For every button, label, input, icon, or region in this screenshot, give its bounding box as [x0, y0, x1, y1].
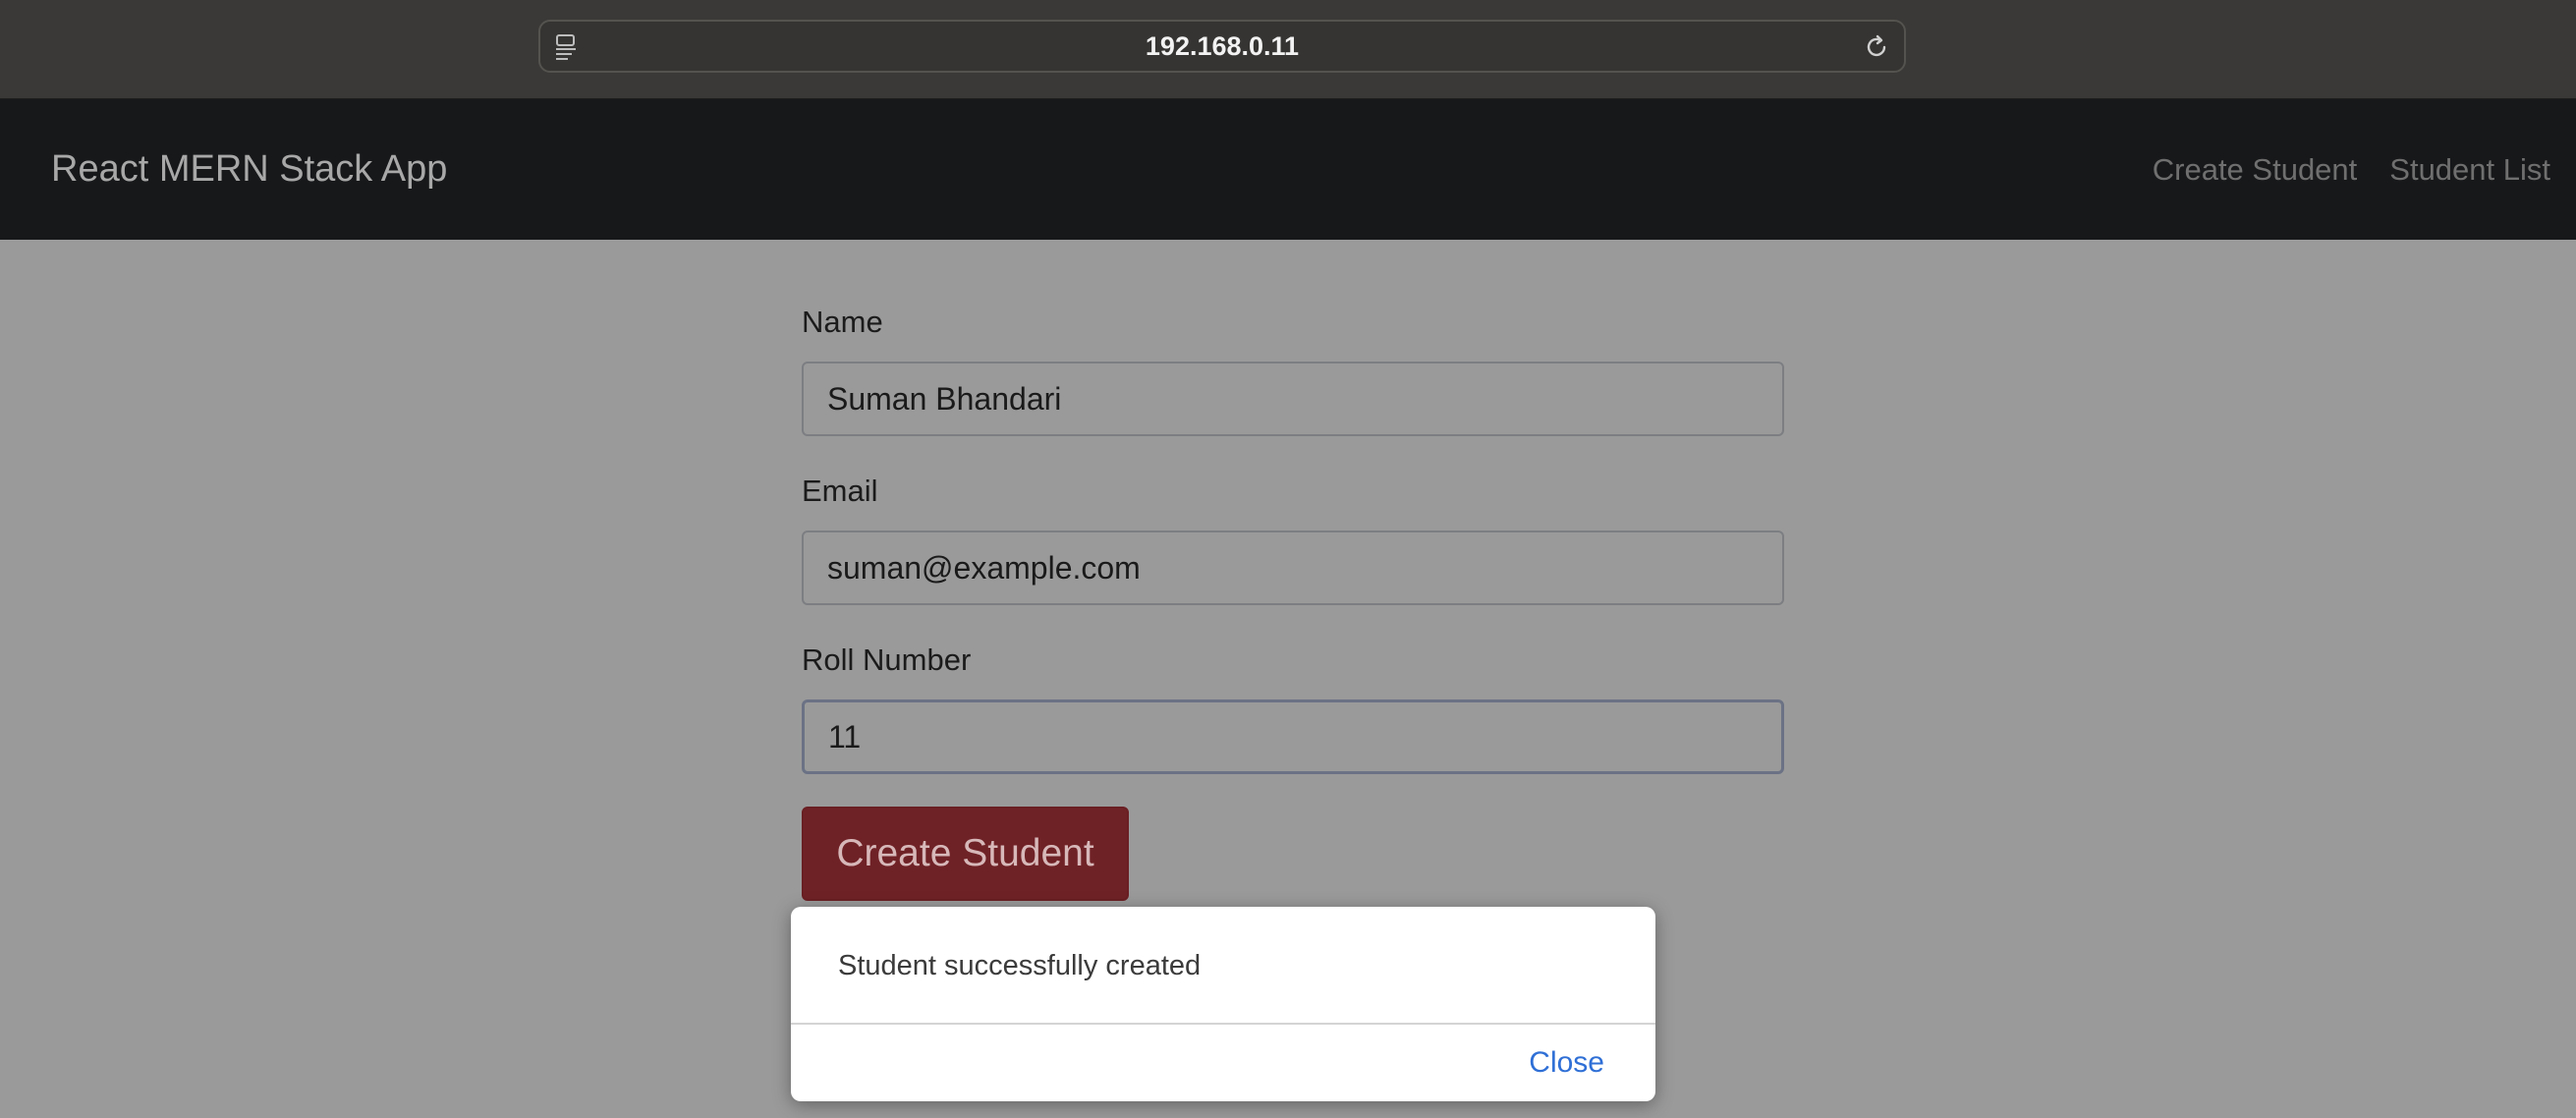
reload-icon[interactable]: [1863, 33, 1890, 61]
dialog-close-button[interactable]: Close: [1529, 1025, 1604, 1101]
email-label: Email: [802, 474, 878, 508]
nav-link-student-list[interactable]: Student List: [2389, 152, 2550, 188]
dialog-message: Student successfully created: [838, 950, 1202, 981]
nav-link-create-student[interactable]: Create Student: [2153, 152, 2358, 188]
roll-number-input[interactable]: [802, 699, 1784, 774]
success-dialog: Student successfully created Close: [791, 907, 1655, 1101]
url-text[interactable]: 192.168.0.11: [540, 22, 1904, 71]
create-student-button[interactable]: Create Student: [802, 807, 1129, 901]
browser-toolbar: 192.168.0.11: [0, 0, 2576, 99]
brand-title[interactable]: React MERN Stack App: [51, 99, 447, 240]
app-navbar: React MERN Stack App Create Student Stud…: [0, 99, 2576, 240]
name-input[interactable]: [802, 362, 1784, 436]
roll-number-label: Roll Number: [802, 643, 972, 677]
dialog-divider: [791, 1023, 1655, 1025]
address-bar[interactable]: 192.168.0.11: [538, 20, 1906, 73]
email-input[interactable]: [802, 531, 1784, 605]
name-label: Name: [802, 305, 883, 339]
nav-links: Create Student Student List: [2153, 99, 2550, 240]
